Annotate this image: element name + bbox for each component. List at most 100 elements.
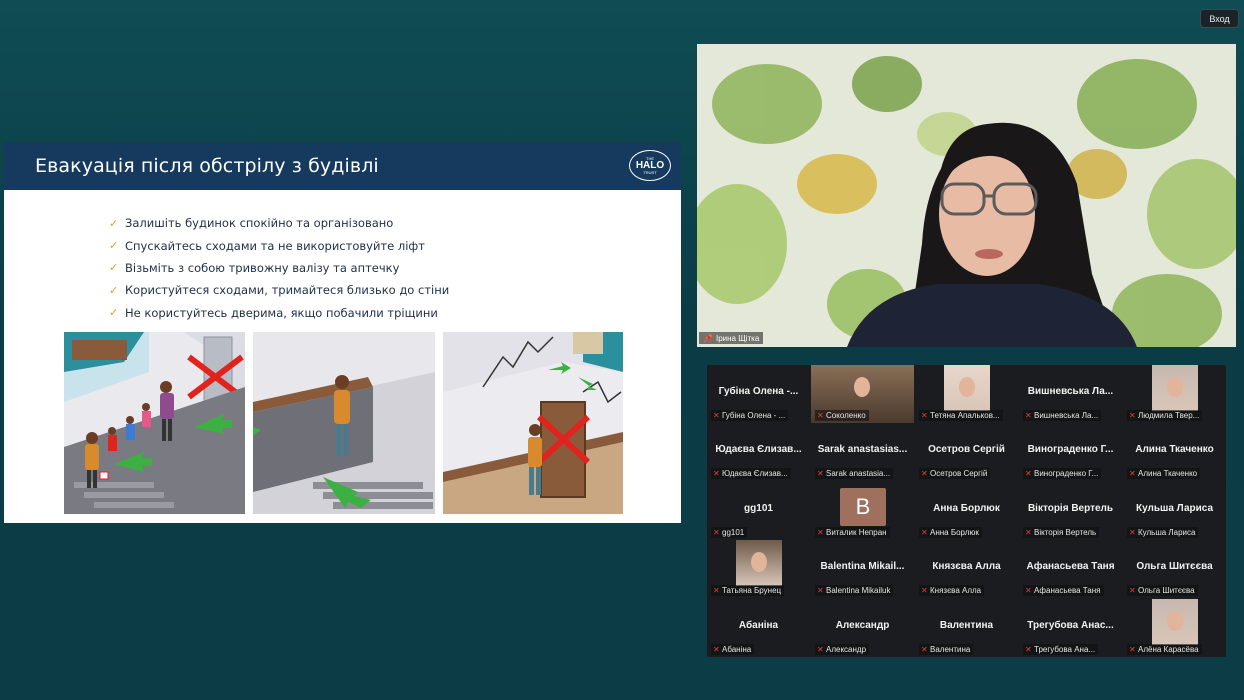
participant-video (1152, 365, 1198, 411)
participant-name-label: ✕ Валентина (919, 644, 974, 655)
participant-name: Balentina Mikailuk (826, 586, 891, 595)
participant-tile[interactable]: Sarak anastasias... ✕ Sarak anastasia... (811, 423, 914, 481)
check-icon: ✓ (109, 306, 119, 320)
participant-tile[interactable]: Осетров Сергій ✕ Осетров Сергій (915, 423, 1018, 481)
mic-muted-icon: ✕ (713, 411, 720, 420)
participant-name: Татьяна Брунец (722, 586, 782, 595)
participant-tile[interactable]: ✕ Татьяна Брунец (707, 540, 810, 598)
participant-tile[interactable]: Анна Борлюк ✕ Анна Борлюк (915, 482, 1018, 540)
participant-name: Осетров Сергій (930, 469, 988, 478)
participant-name: Александр (826, 645, 867, 654)
participant-tile[interactable]: Валентина ✕ Валентина (915, 599, 1018, 657)
participant-display-name: Кульша Лариса (1135, 503, 1214, 514)
participant-name: Анна Борлюк (930, 528, 979, 537)
participant-display-name: Александр (835, 620, 890, 631)
participant-face (1167, 611, 1183, 631)
participant-tile[interactable]: ✕ Алёна Карасёва (1123, 599, 1226, 657)
participant-name: Соколенко (826, 411, 866, 420)
slide-bullet: ✓ Спускайтесь сходами та не використовуйт… (109, 238, 425, 253)
participant-name: Виталик Непран (826, 528, 887, 537)
participant-name-label: ✕ Губіна Олена - ... (711, 410, 789, 421)
participant-tile[interactable]: ✕ Людмила Твер... (1123, 365, 1226, 423)
check-icon: ✓ (109, 216, 119, 230)
participant-tile[interactable]: Ольга Шитєєва ✕ Ольга Шитєєва (1123, 540, 1226, 598)
participant-name-label: ✕ Balentina Mikailuk (815, 585, 894, 596)
pin-icon: 📌 (703, 333, 713, 343)
participant-tile[interactable]: B ✕ Виталик Непран (811, 482, 914, 540)
participant-name: Валентина (930, 645, 971, 654)
slide-bullet: ✓ Не користуйтесь дверима, якщо побачили … (109, 305, 438, 320)
participant-name: Юдаєва Єлизав... (722, 469, 788, 478)
participant-tile[interactable]: Кульша Лариса ✕ Кульша Лариса (1123, 482, 1226, 540)
participant-name: Тетяна Апальков... (930, 411, 1000, 420)
participant-display-name: Князєва Алла (932, 561, 1001, 572)
participant-name-label: ✕ Трегубова Ана... (1023, 644, 1099, 655)
participant-tile[interactable]: ✕ Тетяна Апальков... (915, 365, 1018, 423)
participant-video (944, 365, 990, 411)
mic-muted-icon: ✕ (921, 586, 928, 595)
illustration-man-on-stairs (253, 332, 435, 514)
participant-face (959, 377, 975, 397)
mic-muted-icon: ✕ (817, 645, 824, 654)
participant-name-label: ✕ Ольга Шитєєва (1127, 585, 1198, 596)
participant-tile[interactable]: Трегубова Анас... ✕ Трегубова Ана... (1019, 599, 1122, 657)
participant-name-label: ✕ gg101 (711, 527, 748, 538)
slide-bullet: ✓ Користуйтеся сходами, тримайтеся близьк… (109, 283, 450, 298)
participant-name-label: ✕ Абаніна (711, 644, 755, 655)
participant-display-name: Трегубова Анас... (1027, 620, 1114, 631)
participant-tile[interactable]: Алина Ткаченко ✕ Алина Ткаченко (1123, 423, 1226, 481)
participant-face (854, 377, 870, 397)
participant-name: Вишневська Ла... (1034, 411, 1099, 420)
participant-name-label: ✕ Людмила Твер... (1127, 410, 1203, 421)
mic-muted-icon: ✕ (817, 528, 824, 537)
participant-tile[interactable]: Вікторія Вертель ✕ Вікторія Вертель (1019, 482, 1122, 540)
participant-display-name: gg101 (744, 503, 773, 514)
check-icon: ✓ (109, 239, 119, 253)
participant-name-label: ✕ Афанасьева Таня (1023, 585, 1104, 596)
participant-tile[interactable]: Афанасьева Таня ✕ Афанасьева Таня (1019, 540, 1122, 598)
participant-tile[interactable]: Вишневська Ла... ✕ Вишневська Ла... (1019, 365, 1122, 423)
participant-tile[interactable]: Абаніна ✕ Абаніна (707, 599, 810, 657)
mic-muted-icon: ✕ (921, 528, 928, 537)
participant-name: Губіна Олена - ... (722, 411, 786, 420)
participant-display-name: Вишневська Ла... (1027, 386, 1114, 397)
participant-face (1167, 377, 1183, 397)
mic-muted-icon: ✕ (1129, 411, 1136, 420)
mic-muted-icon: ✕ (921, 411, 928, 420)
participant-display-name: Абаніна (738, 620, 779, 631)
mic-muted-icon: ✕ (1129, 528, 1136, 537)
participant-face (751, 552, 767, 572)
participant-name: Афанасьева Таня (1034, 586, 1101, 595)
participant-name: Ольга Шитєєва (1138, 586, 1195, 595)
avatar: B (840, 488, 886, 526)
participant-tile[interactable]: Balentina Mikail... ✕ Balentina Mikailuk (811, 540, 914, 598)
participant-name: Кульша Лариса (1138, 528, 1196, 537)
login-button[interactable]: Вход (1200, 9, 1239, 28)
participant-tile[interactable]: gg101 ✕ gg101 (707, 482, 810, 540)
mic-muted-icon: ✕ (817, 469, 824, 478)
mic-muted-icon: ✕ (921, 469, 928, 478)
participant-name: Людмила Твер... (1138, 411, 1200, 420)
participant-display-name: Вікторія Вертель (1027, 503, 1114, 514)
speaker-video[interactable]: 📌 Ірина Щітка (697, 44, 1236, 347)
mic-muted-icon: ✕ (713, 586, 720, 595)
check-icon: ✓ (109, 283, 119, 297)
participant-display-name: Губіна Олена -... (718, 386, 799, 397)
participant-display-name: Balentina Mikail... (820, 561, 905, 572)
participant-tile[interactable]: ✕ Соколенко (811, 365, 914, 423)
participant-tile[interactable]: Князєва Алла ✕ Князєва Алла (915, 540, 1018, 598)
mic-muted-icon: ✕ (1025, 528, 1032, 537)
participant-display-name: Юдаєва Єлизав... (715, 444, 802, 455)
participant-tile[interactable]: Александр ✕ Александр (811, 599, 914, 657)
participants-gallery: Губіна Олена -... ✕ Губіна Олена - ... ✕ Сок… (707, 365, 1226, 657)
participant-tile[interactable]: Юдаєва Єлизав... ✕ Юдаєва Єлизав... (707, 423, 810, 481)
participant-name-label: ✕ Соколенко (815, 410, 869, 421)
participant-name: gg101 (722, 528, 745, 537)
participant-tile[interactable]: Винограденко Г... ✕ Винограденко Г... (1019, 423, 1122, 481)
mic-muted-icon: ✕ (1025, 411, 1032, 420)
participant-tile[interactable]: Губіна Олена -... ✕ Губіна Олена - ... (707, 365, 810, 423)
participant-name-label: ✕ Sarak anastasia... (815, 468, 894, 479)
participant-name-label: ✕ Вікторія Вертель (1023, 527, 1100, 538)
participant-name-label: ✕ Осетров Сергій (919, 468, 991, 479)
participant-display-name: Афанасьева Таня (1026, 561, 1115, 572)
